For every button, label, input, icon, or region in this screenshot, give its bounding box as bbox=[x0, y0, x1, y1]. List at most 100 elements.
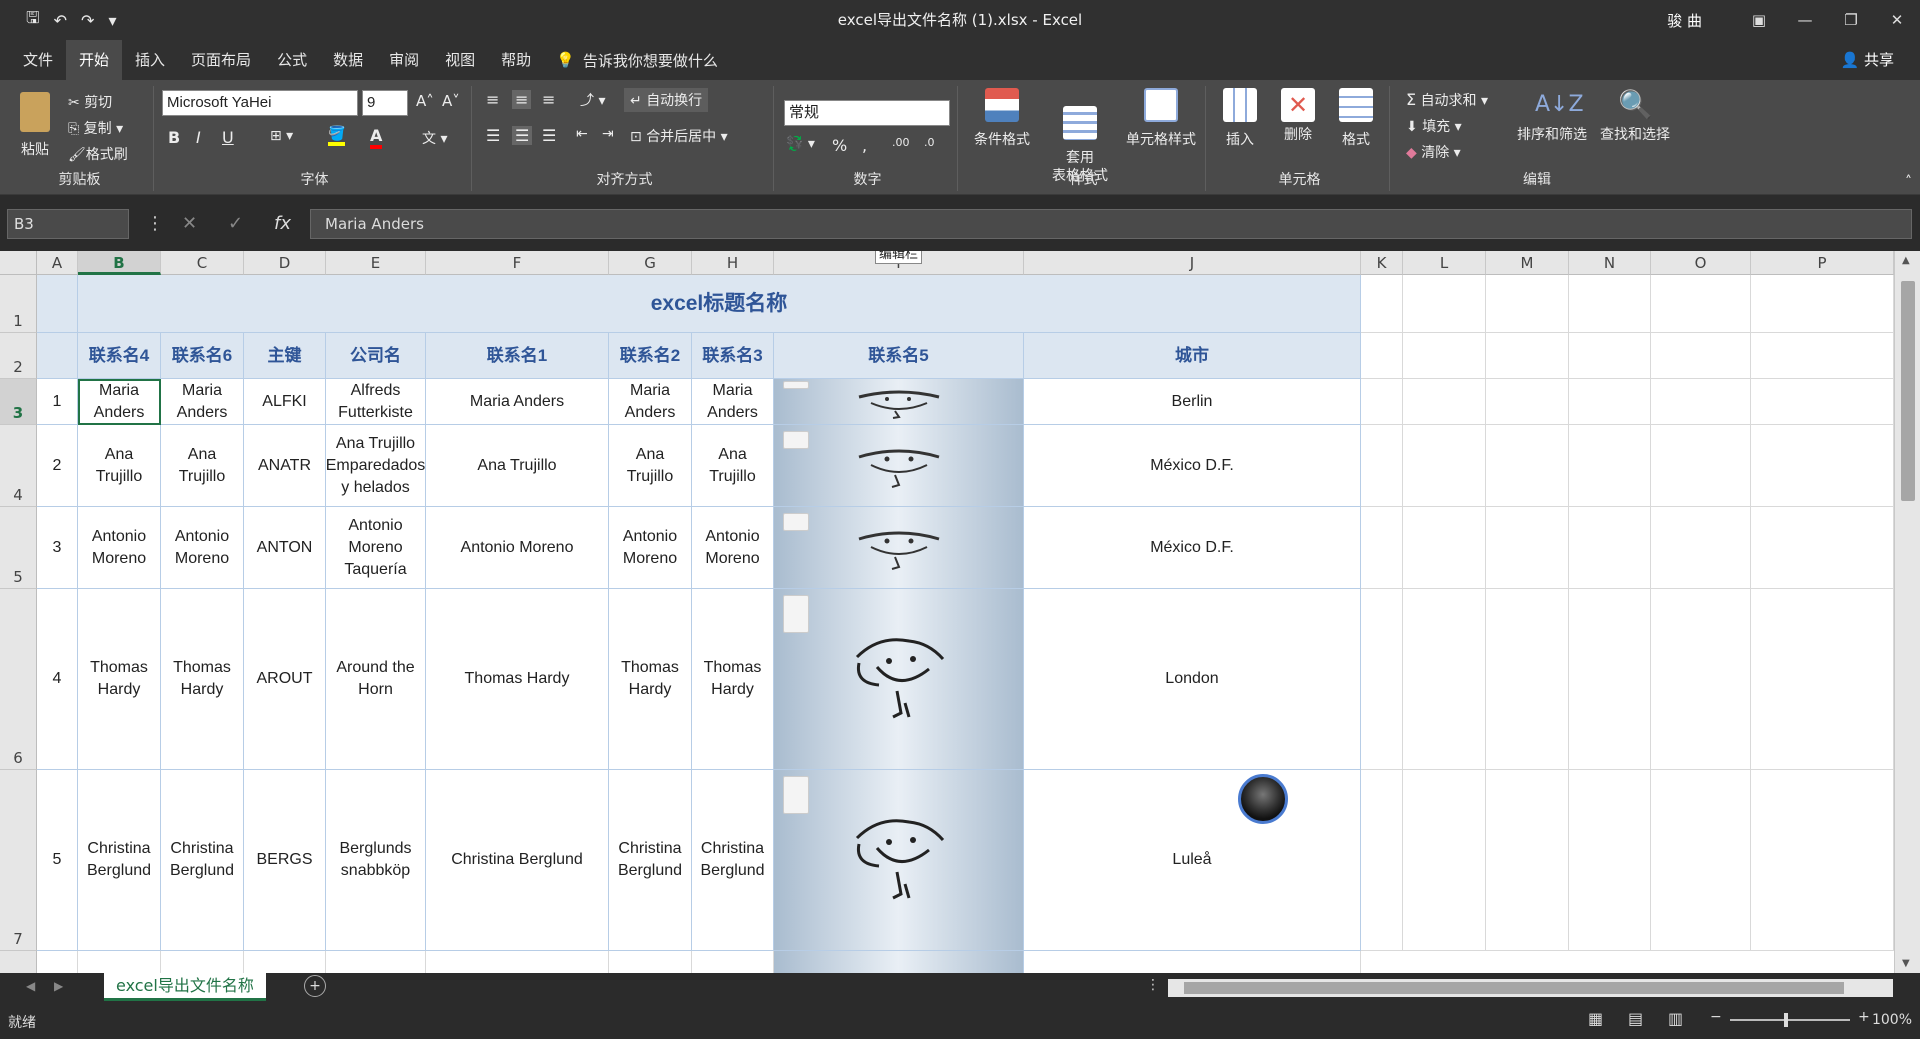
index-cell[interactable]: 5 bbox=[37, 770, 78, 951]
zoom-in-icon[interactable]: + bbox=[1858, 1009, 1870, 1025]
user-name[interactable]: 骏 曲 bbox=[1667, 10, 1702, 31]
empty-cell[interactable] bbox=[1024, 951, 1361, 973]
data-cell[interactable]: Maria Anders bbox=[692, 379, 774, 425]
insert-cells-button[interactable]: 插入 bbox=[1212, 88, 1268, 149]
next-sheet-icon[interactable]: ▶ bbox=[54, 979, 63, 993]
undo-icon[interactable]: ↶ bbox=[54, 11, 67, 30]
tab-file[interactable]: 文件 bbox=[10, 40, 66, 80]
format-painter-button[interactable]: 🖌格式刷 bbox=[68, 144, 128, 164]
empty-cell[interactable] bbox=[1403, 425, 1486, 507]
empty-cell[interactable] bbox=[1403, 507, 1486, 589]
empty-cell[interactable] bbox=[1486, 333, 1569, 379]
empty-cell[interactable] bbox=[1403, 333, 1486, 379]
font-size-select[interactable]: 9 bbox=[362, 90, 408, 116]
data-cell[interactable]: Maria Anders bbox=[426, 379, 609, 425]
font-color-icon[interactable]: A bbox=[370, 126, 383, 149]
empty-cell[interactable] bbox=[692, 951, 774, 973]
empty-cell[interactable] bbox=[78, 951, 161, 973]
empty-cell[interactable] bbox=[1751, 589, 1894, 770]
tab-splitter-icon[interactable]: ⋮ bbox=[1146, 977, 1160, 993]
autosum-button[interactable]: Σ 自动求和 ▾ bbox=[1406, 90, 1488, 110]
empty-cell[interactable] bbox=[1403, 589, 1486, 770]
ribbon-display-icon[interactable]: ▣ bbox=[1736, 11, 1782, 29]
align-middle-icon[interactable]: ≡ bbox=[512, 90, 532, 109]
data-cell[interactable]: Antonio Moreno bbox=[609, 507, 692, 589]
insert-function-icon[interactable]: fx bbox=[274, 213, 291, 234]
empty-cell[interactable] bbox=[1751, 425, 1894, 507]
zoom-out-icon[interactable]: − bbox=[1710, 1009, 1722, 1025]
data-cell[interactable]: Ana Trujillo bbox=[78, 425, 161, 507]
data-cell[interactable]: Around the Horn bbox=[326, 589, 426, 770]
empty-cell[interactable] bbox=[426, 951, 609, 973]
empty-cell[interactable] bbox=[1651, 507, 1751, 589]
empty-cell[interactable] bbox=[1651, 379, 1751, 425]
tab-insert[interactable]: 插入 bbox=[122, 40, 178, 80]
header-cell[interactable]: 联系名5 bbox=[774, 333, 1024, 379]
empty-cell[interactable] bbox=[1486, 379, 1569, 425]
image-cell[interactable] bbox=[774, 770, 1024, 951]
empty-cell[interactable] bbox=[1486, 589, 1569, 770]
increase-indent-icon[interactable]: ⇥ bbox=[602, 126, 614, 142]
tab-home[interactable]: 开始 bbox=[66, 40, 123, 80]
empty-cell[interactable] bbox=[1651, 425, 1751, 507]
percent-icon[interactable]: % bbox=[832, 136, 847, 155]
header-cell[interactable]: 联系名3 bbox=[692, 333, 774, 379]
scroll-down-icon[interactable]: ▼ bbox=[1902, 958, 1910, 969]
data-cell[interactable]: BERGS bbox=[244, 770, 326, 951]
select-all-corner[interactable] bbox=[0, 251, 37, 275]
empty-cell[interactable] bbox=[37, 333, 78, 379]
data-cell[interactable]: Ana Trujillo bbox=[692, 425, 774, 507]
image-cell[interactable] bbox=[774, 425, 1024, 507]
borders-icon[interactable]: ⊞ ▾ bbox=[270, 128, 293, 144]
customize-qat-icon[interactable]: ▾ bbox=[108, 11, 116, 30]
index-cell[interactable]: 2 bbox=[37, 425, 78, 507]
data-cell[interactable]: Ana Trujillo bbox=[161, 425, 244, 507]
data-cell[interactable]: Berglunds snabbköp bbox=[326, 770, 426, 951]
empty-cell[interactable] bbox=[1569, 333, 1651, 379]
column-header-h[interactable]: H bbox=[692, 251, 774, 275]
column-header-p[interactable]: P bbox=[1751, 251, 1894, 275]
data-cell[interactable]: Antonio Moreno bbox=[161, 507, 244, 589]
redo-icon[interactable]: ↷ bbox=[81, 11, 94, 30]
bold-button[interactable]: B bbox=[168, 128, 180, 147]
vertical-scrollbar[interactable]: ▲ ▼ bbox=[1894, 251, 1920, 973]
column-header-g[interactable]: G bbox=[609, 251, 692, 275]
add-sheet-icon[interactable]: + bbox=[304, 975, 326, 997]
vertical-scroll-thumb[interactable] bbox=[1901, 281, 1915, 501]
wrap-text-button[interactable]: ↵ 自动换行 bbox=[624, 88, 709, 112]
data-cell[interactable]: ANTON bbox=[244, 507, 326, 589]
image-cell[interactable] bbox=[774, 379, 1024, 425]
column-header-j[interactable]: J bbox=[1024, 251, 1361, 275]
image-cell[interactable] bbox=[774, 589, 1024, 770]
data-cell[interactable]: Antonio Moreno bbox=[426, 507, 609, 589]
tab-view[interactable]: 视图 bbox=[432, 40, 488, 80]
empty-cell[interactable] bbox=[609, 951, 692, 973]
empty-cell[interactable] bbox=[161, 951, 244, 973]
city-cell[interactable]: London bbox=[1024, 589, 1361, 770]
empty-cell[interactable] bbox=[37, 951, 78, 973]
decrease-indent-icon[interactable]: ⇤ bbox=[576, 126, 588, 142]
empty-cell[interactable] bbox=[1751, 379, 1894, 425]
data-cell[interactable]: Maria Anders bbox=[609, 379, 692, 425]
city-cell[interactable]: México D.F. bbox=[1024, 507, 1361, 589]
data-cell[interactable]: ALFKI bbox=[244, 379, 326, 425]
orientation-icon[interactable]: ⤴ ▾ bbox=[580, 90, 605, 110]
data-cell[interactable]: Christina Berglund bbox=[692, 770, 774, 951]
tell-me-box[interactable]: 💡 告诉我你想要做什么 bbox=[556, 50, 718, 71]
prev-sheet-icon[interactable]: ◀ bbox=[26, 979, 35, 993]
index-cell[interactable]: 1 bbox=[37, 379, 78, 425]
data-cell[interactable]: Antonio Moreno bbox=[78, 507, 161, 589]
empty-cell[interactable] bbox=[37, 275, 78, 333]
header-cell[interactable]: 联系名1 bbox=[426, 333, 609, 379]
currency-icon[interactable]: 💱 ▾ bbox=[786, 136, 815, 152]
data-cell[interactable]: Maria Anders bbox=[161, 379, 244, 425]
data-cell[interactable]: Thomas Hardy bbox=[161, 589, 244, 770]
empty-cell[interactable] bbox=[1751, 275, 1894, 333]
sheet-title-cell[interactable]: excel标题名称 bbox=[78, 275, 1361, 333]
cut-button[interactable]: ✂ 剪切 bbox=[68, 92, 112, 112]
empty-cell[interactable] bbox=[1361, 425, 1403, 507]
align-left-icon[interactable]: ☰ bbox=[486, 126, 500, 145]
column-header-n[interactable]: N bbox=[1569, 251, 1651, 275]
zoom-level[interactable]: 100% bbox=[1872, 1012, 1912, 1028]
cell-styles-button[interactable]: 单元格样式 bbox=[1118, 88, 1204, 149]
